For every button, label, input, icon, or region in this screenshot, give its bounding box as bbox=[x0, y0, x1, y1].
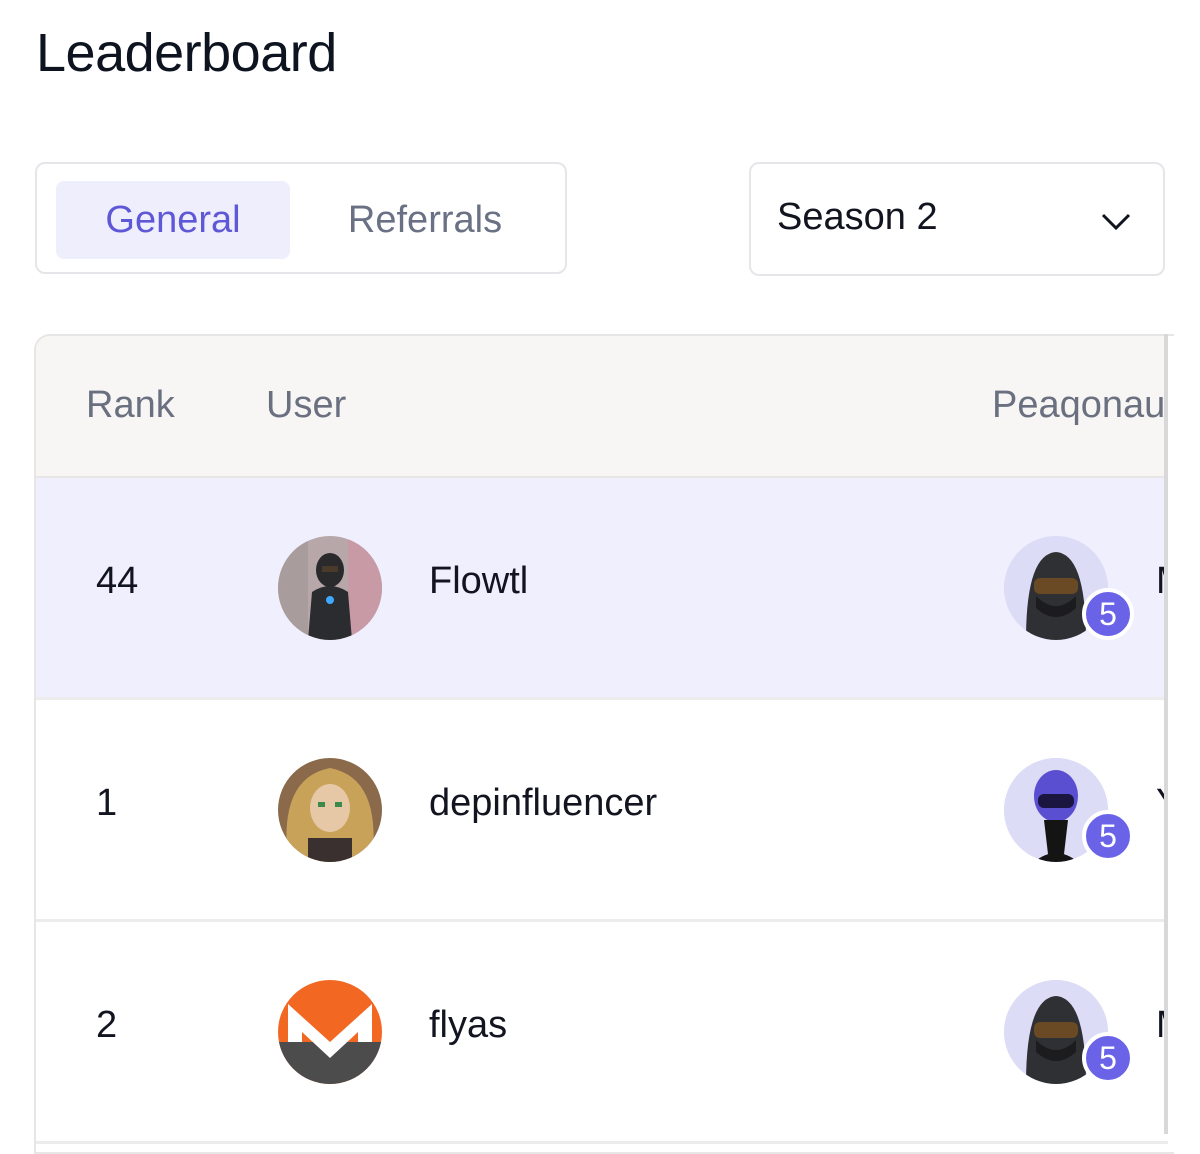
tab-referrals[interactable]: Referrals bbox=[305, 181, 545, 259]
level-badge: 5 bbox=[1082, 810, 1134, 862]
table-row[interactable]: 1 depinfluencer 5 Y bbox=[36, 700, 1168, 922]
avatar bbox=[278, 758, 382, 862]
leaderboard-tabs: General Referrals bbox=[35, 162, 567, 274]
table-scroll-edge bbox=[1164, 334, 1168, 1134]
season-select-value: Season 2 bbox=[777, 196, 938, 238]
table-row[interactable]: 44 Flowtl 5 M bbox=[36, 478, 1168, 700]
header-user: User bbox=[266, 384, 347, 426]
rank-value: 1 bbox=[96, 782, 118, 824]
rank-value: 2 bbox=[96, 1004, 118, 1046]
season-select[interactable]: Season 2 bbox=[749, 162, 1165, 276]
username: flyas bbox=[429, 1004, 508, 1046]
rank-value: 44 bbox=[96, 560, 139, 602]
page-title: Leaderboard bbox=[36, 23, 337, 83]
header-peaqonaut: Peaqonau bbox=[992, 384, 1166, 426]
username: Flowtl bbox=[429, 560, 529, 602]
level-badge: 5 bbox=[1082, 588, 1134, 640]
tab-general[interactable]: General bbox=[56, 181, 290, 259]
level-badge: 5 bbox=[1082, 1032, 1134, 1084]
avatar bbox=[278, 980, 382, 1084]
header-rank: Rank bbox=[86, 384, 175, 426]
chevron-down-icon bbox=[1101, 213, 1131, 231]
table-header: Rank User Peaqonau bbox=[36, 336, 1168, 478]
avatar bbox=[278, 536, 382, 640]
username: depinfluencer bbox=[429, 782, 658, 824]
leaderboard-table: Rank User Peaqonau 44 Flowtl 5 1 depinfl… bbox=[34, 334, 1174, 1154]
table-row[interactable]: 2 flyas 5 M bbox=[36, 922, 1168, 1144]
